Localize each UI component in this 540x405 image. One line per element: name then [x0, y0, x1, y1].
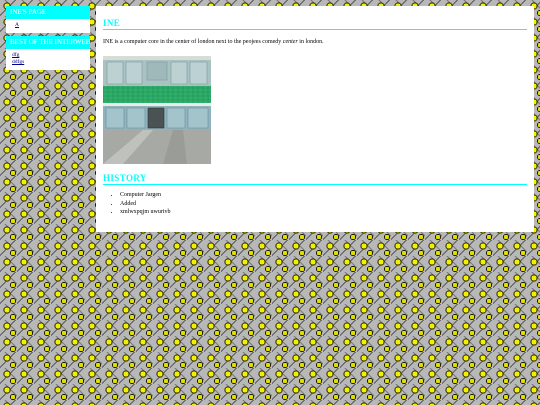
intro-text-end: in london.	[297, 39, 324, 45]
history-item: Added	[120, 200, 527, 209]
nav-box-best-of-interwebz: BEST OF THE INTERWEBZ dfg ddfgs	[6, 36, 90, 70]
nav-box-links: A	[6, 19, 90, 33]
nav-box-ines-page: INE'S PAGE A	[6, 6, 90, 33]
intro-text: INE is a computer core in the center of …	[103, 39, 283, 45]
history-heading: HISTORY	[103, 173, 527, 185]
kitchen-photo	[103, 56, 211, 164]
history-list: Computer Jargen Added xmlwxpqjm uwurivb	[103, 191, 527, 217]
intro-paragraph: INE is a computer core in the center of …	[103, 38, 527, 46]
main-content-panel: INE INE is a computer core in the center…	[96, 6, 534, 232]
history-item: Computer Jargen	[120, 191, 527, 200]
nav-box-title: INE'S PAGE	[6, 6, 90, 19]
page-title: INE	[103, 18, 527, 30]
nav-box-title: BEST OF THE INTERWEBZ	[6, 36, 90, 49]
kitchen-photo-illustration	[103, 56, 211, 164]
history-item: xmlwxpqjm uwurivb	[120, 208, 527, 217]
intro-emphasis: center	[282, 39, 298, 45]
nav-link-ddfgs[interactable]: ddfgs	[12, 59, 86, 66]
nav-link-a[interactable]: A	[12, 22, 86, 29]
nav-box-links: dfg ddfgs	[6, 49, 90, 70]
nav-link-dfg[interactable]: dfg	[12, 52, 86, 59]
left-navigation: INE'S PAGE A BEST OF THE INTERWEBZ dfg d…	[6, 6, 90, 73]
